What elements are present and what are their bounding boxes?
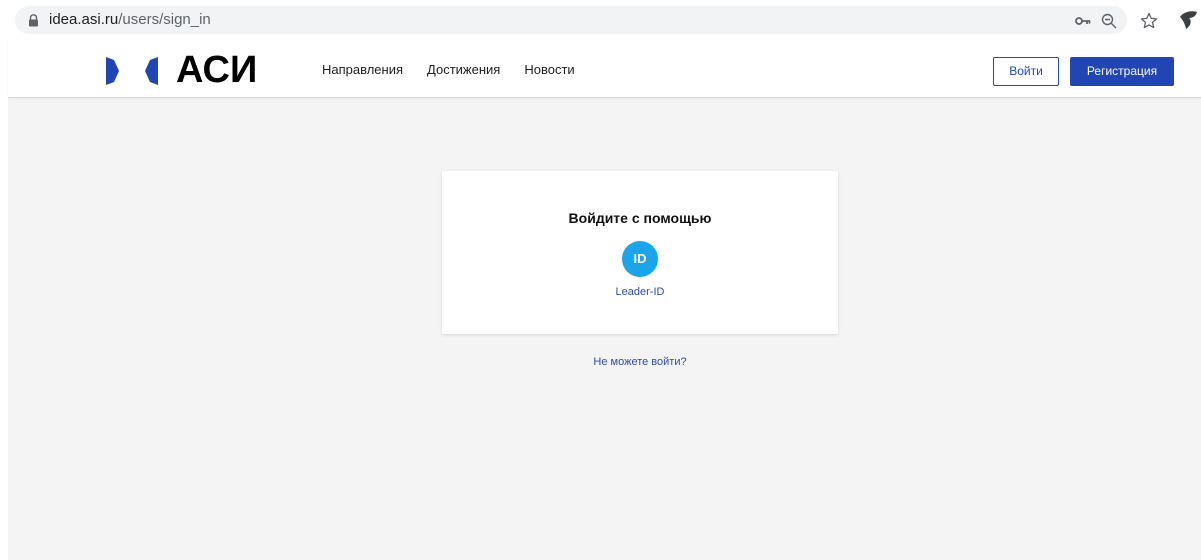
logo-mark-icon [106, 57, 158, 85]
login-button[interactable]: Войти [993, 57, 1059, 86]
login-card: Войдите с помощью ID Leader-ID [442, 171, 838, 334]
nav-item-news[interactable]: Новости [524, 62, 574, 78]
url-text[interactable]: idea.asi.ru/users/sign_in [49, 11, 211, 29]
nav-item-directions[interactable]: Направления [322, 62, 403, 78]
nav-item-achievements[interactable]: Достижения [427, 62, 500, 78]
leader-id-login-button[interactable]: ID Leader-ID [610, 240, 670, 300]
url-path: /users/sign_in [118, 11, 211, 28]
cant-login-link[interactable]: Не можете войти? [442, 355, 838, 369]
key-icon[interactable] [1074, 12, 1092, 30]
login-card-title: Войдите с помощью [568, 210, 712, 226]
extension-icon[interactable] [1177, 9, 1199, 31]
star-icon[interactable] [1140, 12, 1158, 30]
zoom-icon[interactable] [1100, 12, 1118, 30]
url-host: idea.asi.ru [49, 11, 119, 28]
asi-logo[interactable]: АСИ [104, 49, 284, 91]
browser-toolbar: idea.asi.ru/users/sign_in [0, 0, 1201, 40]
site-header: АСИ Направления Достижения Новости Войти… [8, 40, 1201, 98]
leader-id-icon[interactable]: ID [622, 241, 658, 277]
logo-text: АСИ [176, 49, 258, 91]
leader-id-label[interactable]: Leader-ID [610, 285, 670, 299]
page-content: АСИ Направления Достижения Новости Войти… [8, 40, 1201, 560]
register-button[interactable]: Регистрация [1070, 57, 1174, 86]
lock-icon[interactable] [28, 14, 39, 27]
address-bar[interactable]: idea.asi.ru/users/sign_in [15, 6, 1127, 34]
main-nav: Направления Достижения Новости [322, 62, 575, 78]
